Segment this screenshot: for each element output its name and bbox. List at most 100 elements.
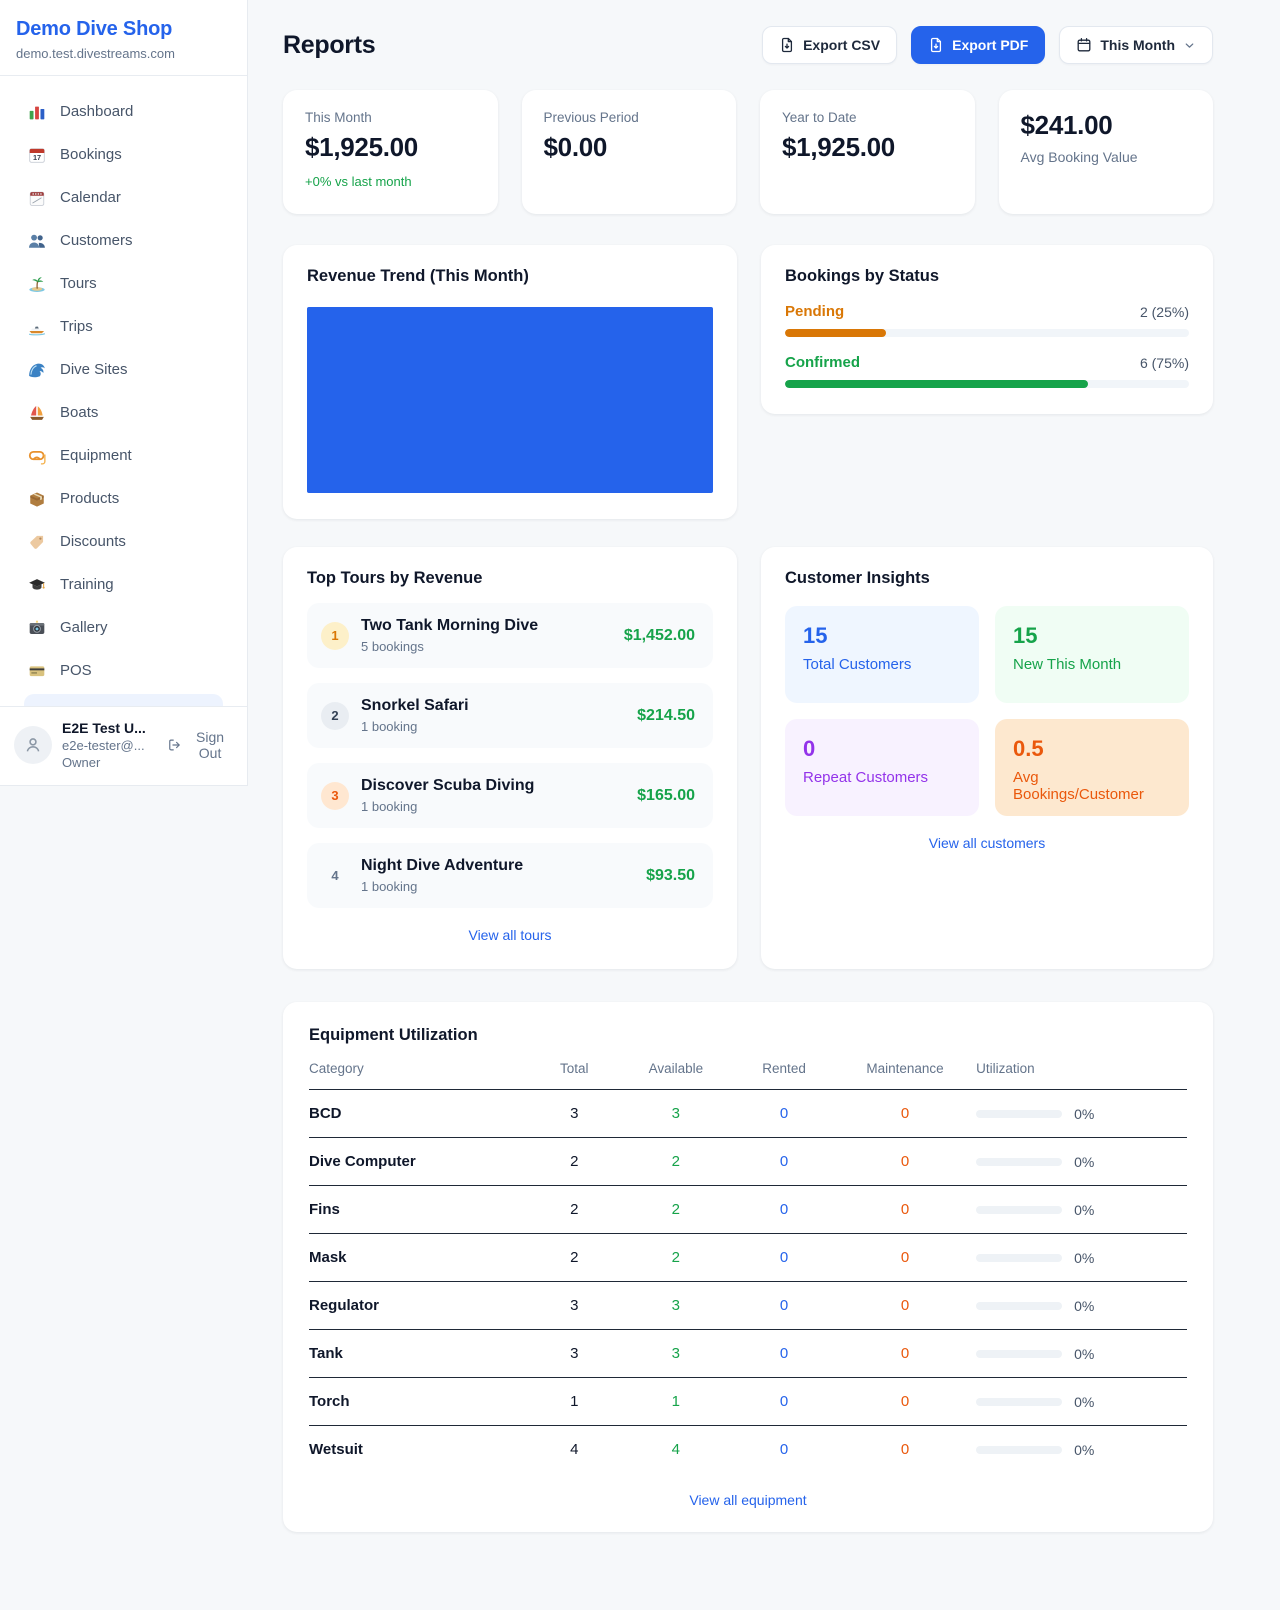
page-title: Reports xyxy=(283,31,375,60)
table-cell-rented: 0 xyxy=(734,1330,834,1378)
table-cell-rented: 0 xyxy=(734,1426,834,1473)
sidebar-item-boats[interactable]: Boats xyxy=(12,391,235,434)
equipment-utilization-card: Equipment Utilization Category Total Ava… xyxy=(283,1002,1213,1532)
stat-card-avg-booking-value: $241.00 Avg Booking Value xyxy=(999,90,1214,214)
sidebar-item-bookings[interactable]: 17 Bookings xyxy=(12,133,235,176)
file-download-icon xyxy=(779,37,795,53)
user-footer: E2E Test U... e2e-tester@... Owner Sign … xyxy=(0,706,247,785)
sidebar-item-label: Calendar xyxy=(60,189,121,206)
view-all-equipment-link[interactable]: View all equipment xyxy=(689,1492,806,1508)
period-selector[interactable]: This Month xyxy=(1059,26,1213,64)
tour-revenue: $1,452.00 xyxy=(624,627,695,645)
sidebar-item-equipment[interactable]: Equipment xyxy=(12,434,235,477)
page-header: Reports Export CSV Export PDF This Month xyxy=(283,26,1213,64)
table-cell-utilization: 0% xyxy=(976,1283,1187,1330)
tour-name: Discover Scuba Diving xyxy=(361,777,625,795)
tile-label: Repeat Customers xyxy=(803,769,961,786)
export-pdf-button[interactable]: Export PDF xyxy=(911,26,1045,64)
tile-repeat-customers: 0 Repeat Customers xyxy=(785,719,979,816)
file-download-icon xyxy=(928,37,944,53)
main-content: Reports Export CSV Export PDF This Month xyxy=(248,0,1280,1572)
table-cell-utilization: 0% xyxy=(976,1187,1187,1234)
wave-icon xyxy=(28,361,46,379)
tour-revenue: $93.50 xyxy=(646,867,695,885)
export-csv-label: Export CSV xyxy=(803,37,880,53)
column-header: Rented xyxy=(734,1045,834,1090)
list-item: 2 Snorkel Safari1 booking $214.50 xyxy=(307,683,713,748)
rank-badge: 3 xyxy=(321,782,349,810)
utilization-bar xyxy=(976,1350,1062,1358)
stat-card-previous-period: Previous Period $0.00 xyxy=(522,90,737,214)
table-cell-total: 3 xyxy=(531,1330,618,1378)
utilization-bar xyxy=(976,1206,1062,1214)
insights-row: Top Tours by Revenue 1 Two Tank Morning … xyxy=(283,547,1213,969)
sidebar-item-gallery[interactable]: Gallery xyxy=(12,606,235,649)
table-cell-rented: 0 xyxy=(734,1186,834,1234)
speedboat-icon xyxy=(28,318,46,336)
sign-out-button[interactable]: Sign Out xyxy=(168,729,233,761)
view-all-tours-link[interactable]: View all tours xyxy=(468,927,551,943)
header-actions: Export CSV Export PDF This Month xyxy=(762,26,1213,64)
table-cell-utilization: 0% xyxy=(976,1139,1187,1186)
column-header: Category xyxy=(309,1045,531,1090)
equipment-table: Category Total Available Rented Maintena… xyxy=(309,1045,1187,1473)
table-cell-utilization: 0% xyxy=(976,1379,1187,1426)
progress-track xyxy=(785,329,1189,337)
card-title: Equipment Utilization xyxy=(309,1026,1187,1045)
stat-label: This Month xyxy=(305,110,476,125)
stat-delta: +0% vs last month xyxy=(305,174,476,189)
table-cell-available: 2 xyxy=(618,1138,735,1186)
camera-icon xyxy=(28,619,46,637)
sidebar-item-customers[interactable]: Customers xyxy=(12,219,235,262)
status-value: 2 (25%) xyxy=(1140,304,1189,320)
tour-bookings: 5 bookings xyxy=(361,639,612,654)
sidebar-item-discounts[interactable]: Discounts xyxy=(12,520,235,563)
island-icon xyxy=(28,275,46,293)
sidebar-item-dive-sites[interactable]: Dive Sites xyxy=(12,348,235,391)
table-cell-maintenance: 0 xyxy=(834,1426,976,1473)
tour-name: Two Tank Morning Dive xyxy=(361,617,612,635)
tour-name: Snorkel Safari xyxy=(361,697,625,715)
table-cell-total: 1 xyxy=(531,1378,618,1426)
charts-row: Revenue Trend (This Month) Bookings by S… xyxy=(283,245,1213,519)
table-cell-maintenance: 0 xyxy=(834,1186,976,1234)
sidebar-item-label: Boats xyxy=(60,404,98,421)
app-root: Demo Dive Shop demo.test.divestreams.com… xyxy=(0,0,1280,1610)
package-icon xyxy=(28,490,46,508)
tour-bookings: 1 booking xyxy=(361,799,625,814)
list-item: 4 Night Dive Adventure1 booking $93.50 xyxy=(307,843,713,908)
card-title: Customer Insights xyxy=(785,569,1189,588)
view-all-customers-link[interactable]: View all customers xyxy=(929,835,1045,851)
tile-value: 15 xyxy=(1013,623,1171,649)
insight-tiles: 15 Total Customers 15 New This Month 0 R… xyxy=(785,606,1189,816)
export-csv-button[interactable]: Export CSV xyxy=(762,26,897,64)
sidebar-active-item-partial[interactable] xyxy=(24,694,223,706)
sidebar-item-calendar[interactable]: Calendar xyxy=(12,176,235,219)
column-header: Available xyxy=(618,1045,735,1090)
tour-name: Night Dive Adventure xyxy=(361,857,634,875)
credit-card-icon xyxy=(28,662,46,680)
calendar-icon xyxy=(1076,37,1092,53)
sidebar-item-products[interactable]: Products xyxy=(12,477,235,520)
sidebar-item-label: Dashboard xyxy=(60,103,133,120)
sidebar-item-label: Dive Sites xyxy=(60,361,128,378)
table-cell-total: 2 xyxy=(531,1234,618,1282)
table-cell-category: Tank xyxy=(309,1330,531,1378)
sidebar-item-dashboard[interactable]: Dashboard xyxy=(12,90,235,133)
utilization-bar xyxy=(976,1158,1062,1166)
sidebar-item-tours[interactable]: Tours xyxy=(12,262,235,305)
user-meta: E2E Test U... e2e-tester@... Owner xyxy=(62,720,158,770)
table-cell-maintenance: 0 xyxy=(834,1234,976,1282)
tile-value: 0.5 xyxy=(1013,736,1171,762)
table-cell-available: 2 xyxy=(618,1234,735,1282)
sidebar-item-training[interactable]: Training xyxy=(12,563,235,606)
sidebar-item-label: Equipment xyxy=(60,447,132,464)
top-tours-card: Top Tours by Revenue 1 Two Tank Morning … xyxy=(283,547,737,969)
stat-card-year-to-date: Year to Date $1,925.00 xyxy=(760,90,975,214)
sidebar-item-pos[interactable]: POS xyxy=(12,649,235,692)
sidebar-item-trips[interactable]: Trips xyxy=(12,305,235,348)
dive-mask-icon xyxy=(28,447,46,465)
list-item: 1 Two Tank Morning Dive5 bookings $1,452… xyxy=(307,603,713,668)
stat-value: $0.00 xyxy=(544,132,715,163)
stat-cards: This Month $1,925.00 +0% vs last month P… xyxy=(283,90,1213,214)
